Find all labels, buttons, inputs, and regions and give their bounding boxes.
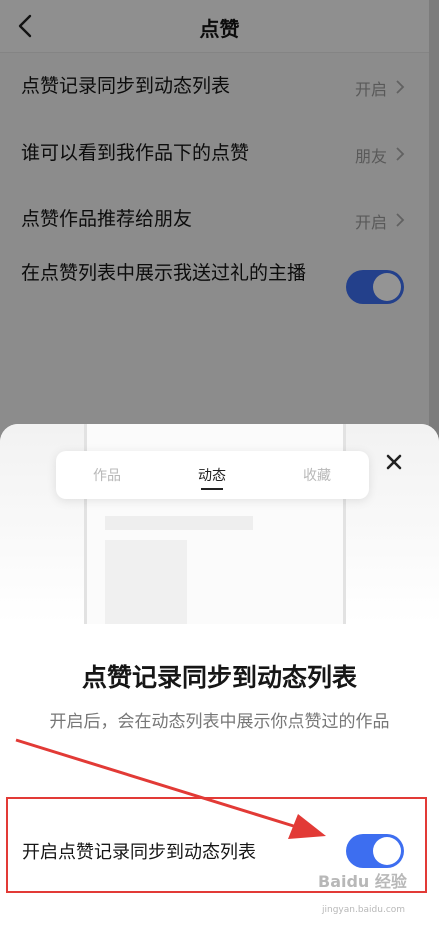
- placeholder-bar: [105, 516, 253, 530]
- watermark-logo: Baidu 经验: [318, 872, 407, 891]
- preview-tabs: 作品 动态 收藏: [56, 451, 369, 499]
- annotation-arrow: [15, 738, 326, 839]
- preview-illustration: 作品 动态 收藏: [0, 424, 439, 624]
- watermark-url: jingyan.baidu.com: [322, 905, 406, 915]
- active-tab-underline: [201, 488, 223, 490]
- placeholder-block: [105, 540, 187, 624]
- close-icon[interactable]: [384, 452, 404, 472]
- sheet-title: 点赞记录同步到动态列表: [81, 663, 357, 692]
- tab-works: 作品: [93, 468, 121, 484]
- tab-favorites: 收藏: [303, 468, 331, 484]
- tab-dynamics: 动态: [198, 468, 226, 484]
